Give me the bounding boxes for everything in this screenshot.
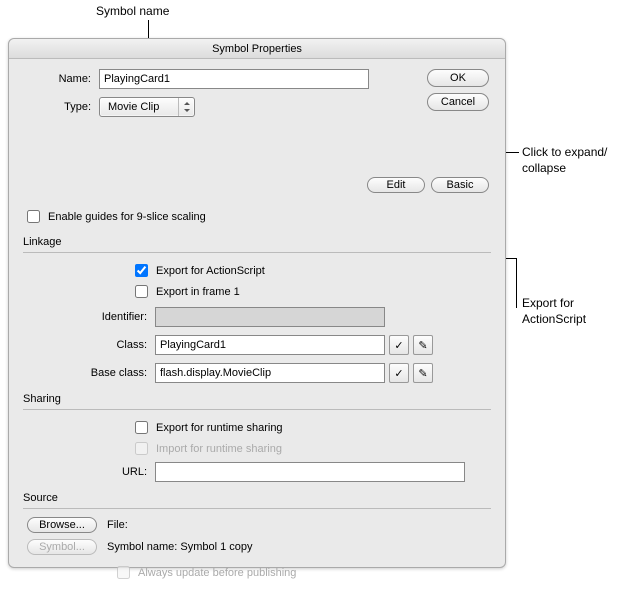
browse-button[interactable]: Browse... bbox=[27, 517, 97, 533]
baseclass-row: Base class: ✓ ✎ bbox=[51, 363, 491, 383]
divider bbox=[23, 252, 491, 253]
type-label: Type: bbox=[23, 101, 99, 113]
class-row: Class: ✓ ✎ bbox=[51, 335, 491, 355]
baseclass-validate-button[interactable]: ✓ bbox=[389, 363, 409, 383]
export-actionscript-row: Export for ActionScript bbox=[131, 261, 491, 280]
ok-button[interactable]: OK bbox=[427, 69, 489, 87]
type-select[interactable]: Movie Clip bbox=[99, 97, 195, 117]
url-input[interactable] bbox=[155, 462, 465, 482]
linkage-title: Linkage bbox=[23, 236, 491, 248]
always-update-row: Always update before publishing bbox=[27, 563, 491, 582]
nine-slice-checkbox[interactable] bbox=[27, 210, 40, 223]
export-runtime-checkbox[interactable] bbox=[135, 421, 148, 434]
export-frame1-label: Export in frame 1 bbox=[156, 286, 240, 298]
class-input[interactable] bbox=[155, 335, 385, 355]
class-label: Class: bbox=[51, 339, 155, 351]
dialog-titlebar: Symbol Properties bbox=[9, 39, 505, 59]
source-group: Browse... File: Symbol... Symbol name: S… bbox=[23, 517, 491, 582]
sharing-title: Sharing bbox=[23, 393, 491, 405]
identifier-row: Identifier: bbox=[51, 307, 491, 327]
export-actionscript-label: Export for ActionScript bbox=[156, 265, 265, 277]
export-frame1-row: Export in frame 1 bbox=[131, 282, 491, 301]
basic-button[interactable]: Basic bbox=[431, 177, 489, 193]
import-runtime-label: Import for runtime sharing bbox=[156, 443, 282, 455]
divider bbox=[23, 508, 491, 509]
import-runtime-row: Import for runtime sharing bbox=[131, 439, 491, 458]
check-icon: ✓ bbox=[394, 367, 403, 380]
source-title: Source bbox=[23, 492, 491, 504]
edit-button[interactable]: Edit bbox=[367, 177, 425, 193]
name-input[interactable] bbox=[99, 69, 369, 89]
import-runtime-checkbox bbox=[135, 442, 148, 455]
chevron-updown-icon bbox=[178, 98, 194, 116]
type-select-value: Movie Clip bbox=[100, 98, 178, 116]
identifier-input bbox=[155, 307, 385, 327]
symbol-properties-dialog: Symbol Properties Name: Type: Movie Clip… bbox=[8, 38, 506, 568]
callout-symbol-name: Symbol name bbox=[96, 4, 169, 20]
export-actionscript-checkbox[interactable] bbox=[135, 264, 148, 277]
linkage-group: Export for ActionScript Export in frame … bbox=[23, 261, 491, 383]
dialog-content: Name: Type: Movie Clip OK Cancel Edit Ba… bbox=[9, 59, 505, 594]
pencil-icon: ✎ bbox=[418, 339, 427, 352]
symbol-name-label: Symbol name: Symbol 1 copy bbox=[107, 541, 253, 553]
edit-basic-group: Edit Basic bbox=[367, 177, 489, 193]
url-row: URL: bbox=[51, 462, 491, 482]
identifier-label: Identifier: bbox=[51, 311, 155, 323]
pencil-icon: ✎ bbox=[418, 367, 427, 380]
symbol-button: Symbol... bbox=[27, 539, 97, 555]
cancel-button[interactable]: Cancel bbox=[427, 93, 489, 111]
divider bbox=[23, 409, 491, 410]
export-frame1-checkbox[interactable] bbox=[135, 285, 148, 298]
symbol-row: Symbol... Symbol name: Symbol 1 copy bbox=[27, 539, 491, 555]
always-update-label: Always update before publishing bbox=[138, 567, 296, 579]
url-label: URL: bbox=[51, 466, 155, 478]
name-row: Name: bbox=[23, 69, 491, 89]
sharing-group: Export for runtime sharing Import for ru… bbox=[23, 418, 491, 482]
ok-cancel-group: OK Cancel bbox=[427, 69, 489, 111]
nine-slice-label: Enable guides for 9-slice scaling bbox=[48, 211, 206, 223]
callout-line-expand bbox=[505, 152, 519, 153]
export-runtime-label: Export for runtime sharing bbox=[156, 422, 283, 434]
callout-expand-collapse: Click to expand/ collapse bbox=[522, 145, 607, 176]
name-label: Name: bbox=[23, 73, 99, 85]
baseclass-edit-button[interactable]: ✎ bbox=[413, 363, 433, 383]
nine-slice-row: Enable guides for 9-slice scaling bbox=[23, 207, 491, 226]
export-runtime-row: Export for runtime sharing bbox=[131, 418, 491, 437]
baseclass-label: Base class: bbox=[51, 367, 155, 379]
callout-line-export-v bbox=[516, 258, 517, 308]
file-label: File: bbox=[107, 519, 145, 531]
class-validate-button[interactable]: ✓ bbox=[389, 335, 409, 355]
check-icon: ✓ bbox=[394, 339, 403, 352]
type-row: Type: Movie Clip bbox=[23, 97, 491, 117]
class-edit-button[interactable]: ✎ bbox=[413, 335, 433, 355]
baseclass-input[interactable] bbox=[155, 363, 385, 383]
browse-row: Browse... File: bbox=[27, 517, 491, 533]
callout-export-actionscript: Export for ActionScript bbox=[522, 296, 586, 327]
always-update-checkbox bbox=[117, 566, 130, 579]
